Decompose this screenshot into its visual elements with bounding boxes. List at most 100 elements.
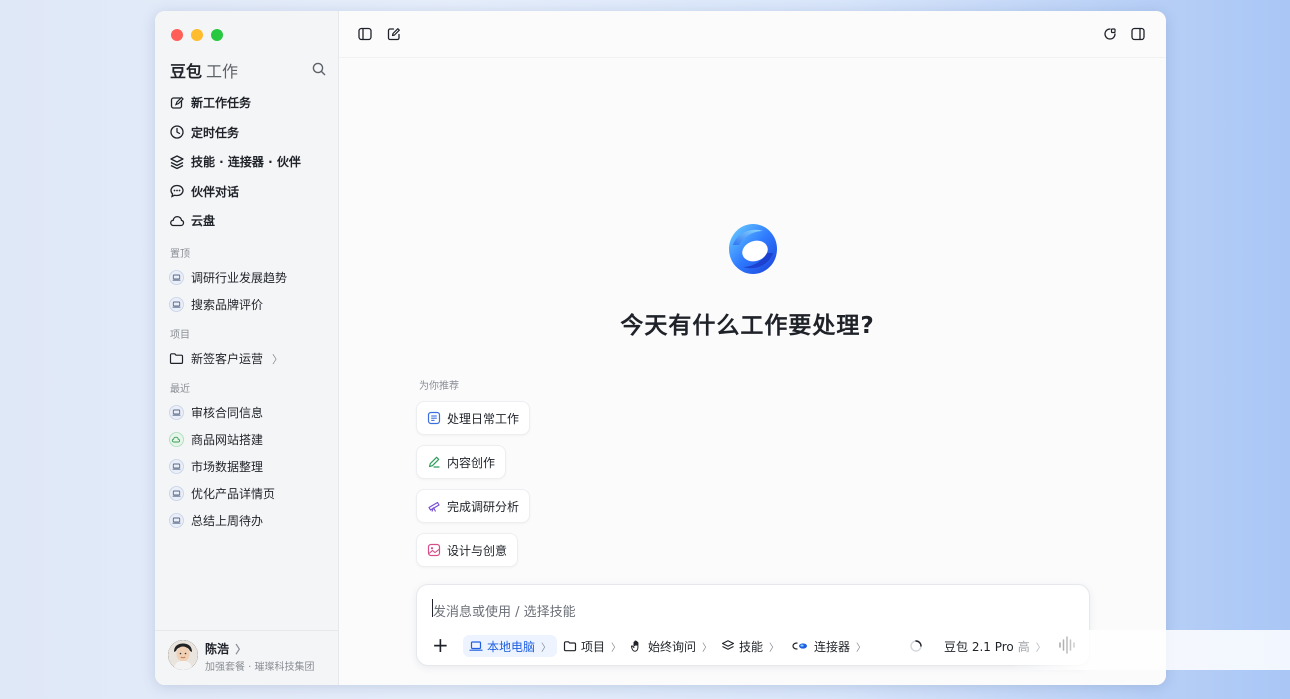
- cloud-icon: [169, 213, 185, 229]
- page-title: 今天有什么工作要处理?: [620, 313, 875, 339]
- chat-icon: [169, 183, 185, 199]
- new-task-edit-icon[interactable]: [386, 26, 402, 42]
- sidebar-item-label: 技能 · 连接器 · 伙伴: [191, 155, 301, 170]
- suggestion-chip-research[interactable]: 完成调研分析: [416, 489, 531, 523]
- section-label-pinned: 置顶: [170, 249, 190, 260]
- list-item[interactable]: 优化产品详情页: [169, 480, 334, 507]
- connector-icon: [790, 639, 810, 653]
- brand-subtitle: 工作: [206, 62, 239, 81]
- model-selector[interactable]: 豆包 2.1 Pro 高 〉: [944, 635, 1046, 657]
- laptop-task-icon: [169, 405, 184, 420]
- recent-item-label: 商品网站搭建: [191, 433, 264, 447]
- sidebar-item-cloud[interactable]: 云盘: [169, 206, 329, 236]
- chip-label: 内容创作: [447, 455, 496, 470]
- pinned-item-label: 搜索品牌评价: [191, 298, 264, 312]
- edit-icon: [169, 95, 185, 111]
- chip-label: 完成调研分析: [447, 499, 520, 514]
- sidebar: 豆包 工作 新工作任务 定时任务 技能 · 连接器 · 伙伴 伙伴对话 云盘 置…: [155, 11, 339, 685]
- model-name: 豆包 2.1 Pro: [944, 639, 1014, 654]
- user-name-row: 陈浩 〉: [205, 640, 246, 657]
- window-controls: [171, 29, 223, 41]
- sidebar-nav: 新工作任务 定时任务 技能 · 连接器 · 伙伴 伙伴对话 云盘: [169, 88, 329, 236]
- recent-item-label: 优化产品详情页: [191, 487, 276, 501]
- refresh-panel-icon[interactable]: [1102, 26, 1118, 42]
- chevron-right-icon: 〉: [541, 642, 552, 654]
- model-mode: 高: [1017, 639, 1030, 654]
- sidebar-item-scheduled[interactable]: 定时任务: [169, 118, 329, 148]
- chevron-right-icon: 〉: [611, 642, 622, 654]
- user-profile[interactable]: 陈浩 〉 加强套餐 · 璀璨科技集团: [155, 630, 339, 685]
- list-item[interactable]: 商品网站搭建: [169, 426, 334, 453]
- sidebar-item-new-task[interactable]: 新工作任务: [169, 88, 329, 118]
- laptop-task-icon: [169, 270, 184, 285]
- clock-icon: [169, 124, 185, 140]
- chevron-right-icon: 〉: [856, 642, 867, 654]
- search-icon[interactable]: [311, 61, 327, 77]
- section-label-recent: 最近: [170, 384, 190, 395]
- folder-icon: [169, 351, 184, 366]
- app-window: 豆包 工作 新工作任务 定时任务 技能 · 连接器 · 伙伴 伙伴对话 云盘 置…: [155, 11, 1166, 685]
- recent-list: 审核合同信息 商品网站搭建 市场数据整理 优化产品详情页 总结上周待办: [169, 399, 334, 534]
- suggestion-chip-daily-work[interactable]: 处理日常工作: [416, 401, 531, 435]
- image-icon: [427, 543, 441, 557]
- sidebar-item-label: 云盘: [191, 214, 216, 229]
- recommend-label: 为你推荐: [419, 381, 459, 392]
- pinned-item-label: 调研行业发展趋势: [191, 271, 288, 285]
- tool-connectors[interactable]: 连接器 〉: [790, 635, 866, 657]
- document-icon: [427, 411, 441, 425]
- suggestion-chip-design[interactable]: 设计与创意: [416, 533, 519, 567]
- laptop-task-icon: [169, 297, 184, 312]
- main-panel: 今天有什么工作要处理? 为你推荐 处理日常工作 内容创作 完成调研分析 设计与创…: [339, 11, 1166, 685]
- list-item[interactable]: 总结上周待办: [169, 507, 334, 534]
- close-window-button[interactable]: [171, 29, 183, 41]
- zoom-window-button[interactable]: [211, 29, 223, 41]
- app-brand: 豆包 工作: [170, 58, 238, 82]
- pinned-list: 调研行业发展趋势 搜索品牌评价: [169, 264, 334, 318]
- list-item[interactable]: 市场数据整理: [169, 453, 334, 480]
- laptop-icon: [469, 639, 483, 653]
- sidebar-toggle-icon[interactable]: [357, 26, 373, 42]
- minimize-window-button[interactable]: [191, 29, 203, 41]
- recent-item-label: 市场数据整理: [191, 460, 264, 474]
- list-item[interactable]: 调研行业发展趋势: [169, 264, 334, 291]
- list-item[interactable]: 审核合同信息: [169, 399, 334, 426]
- list-item[interactable]: 搜索品牌评价: [169, 291, 334, 318]
- folder-icon: [563, 639, 577, 653]
- hand-icon: [630, 639, 644, 653]
- laptop-task-icon: [169, 459, 184, 474]
- recent-item-label: 总结上周待办: [191, 514, 264, 528]
- list-item[interactable]: 新签客户运营 〉: [169, 345, 334, 372]
- user-plan: 加强套餐 · 璀璨科技集团: [205, 662, 315, 673]
- tool-project[interactable]: 项目 〉: [563, 635, 621, 657]
- right-panel-toggle-icon[interactable]: [1130, 26, 1146, 42]
- projects-list: 新签客户运营 〉: [169, 345, 334, 372]
- chip-label: 设计与创意: [447, 543, 508, 558]
- pen-icon: [427, 455, 441, 469]
- chevron-right-icon: 〉: [235, 643, 247, 656]
- tool-always-ask[interactable]: 始终询问 〉: [630, 635, 712, 657]
- sidebar-item-label: 定时任务: [191, 125, 240, 140]
- layers-icon: [169, 154, 185, 170]
- tool-local-computer[interactable]: 本地电脑 〉: [463, 635, 558, 657]
- sidebar-item-label: 伙伴对话: [191, 184, 240, 199]
- message-composer[interactable]: 发消息或使用 / 选择技能 + 本地电脑 〉 项目 〉 始终询问 〉 技能 〉 …: [416, 584, 1090, 666]
- doubao-logo: [725, 221, 781, 277]
- chevron-right-icon: 〉: [769, 642, 780, 654]
- sidebar-item-skills[interactable]: 技能 · 连接器 · 伙伴: [169, 147, 329, 177]
- tool-label: 项目: [581, 639, 606, 654]
- suggestion-chip-content-creation[interactable]: 内容创作: [416, 445, 507, 479]
- project-item-label: 新签客户运营: [191, 352, 264, 366]
- tool-skills[interactable]: 技能 〉: [721, 635, 779, 657]
- sidebar-item-label: 新工作任务: [191, 96, 252, 111]
- recent-item-label: 审核合同信息: [191, 406, 264, 420]
- chevron-right-icon: 〉: [702, 642, 713, 654]
- user-name: 陈浩: [205, 642, 230, 656]
- message-input[interactable]: 发消息或使用 / 选择技能: [433, 601, 576, 620]
- sidebar-item-partner-chat[interactable]: 伙伴对话: [169, 177, 329, 207]
- chip-label: 处理日常工作: [447, 411, 520, 426]
- voice-input-icon[interactable]: [1058, 635, 1076, 655]
- telescope-icon: [427, 499, 441, 513]
- brand-name: 豆包: [170, 62, 203, 81]
- add-attachment-button[interactable]: +: [432, 635, 449, 655]
- loading-spinner-icon: [909, 635, 923, 657]
